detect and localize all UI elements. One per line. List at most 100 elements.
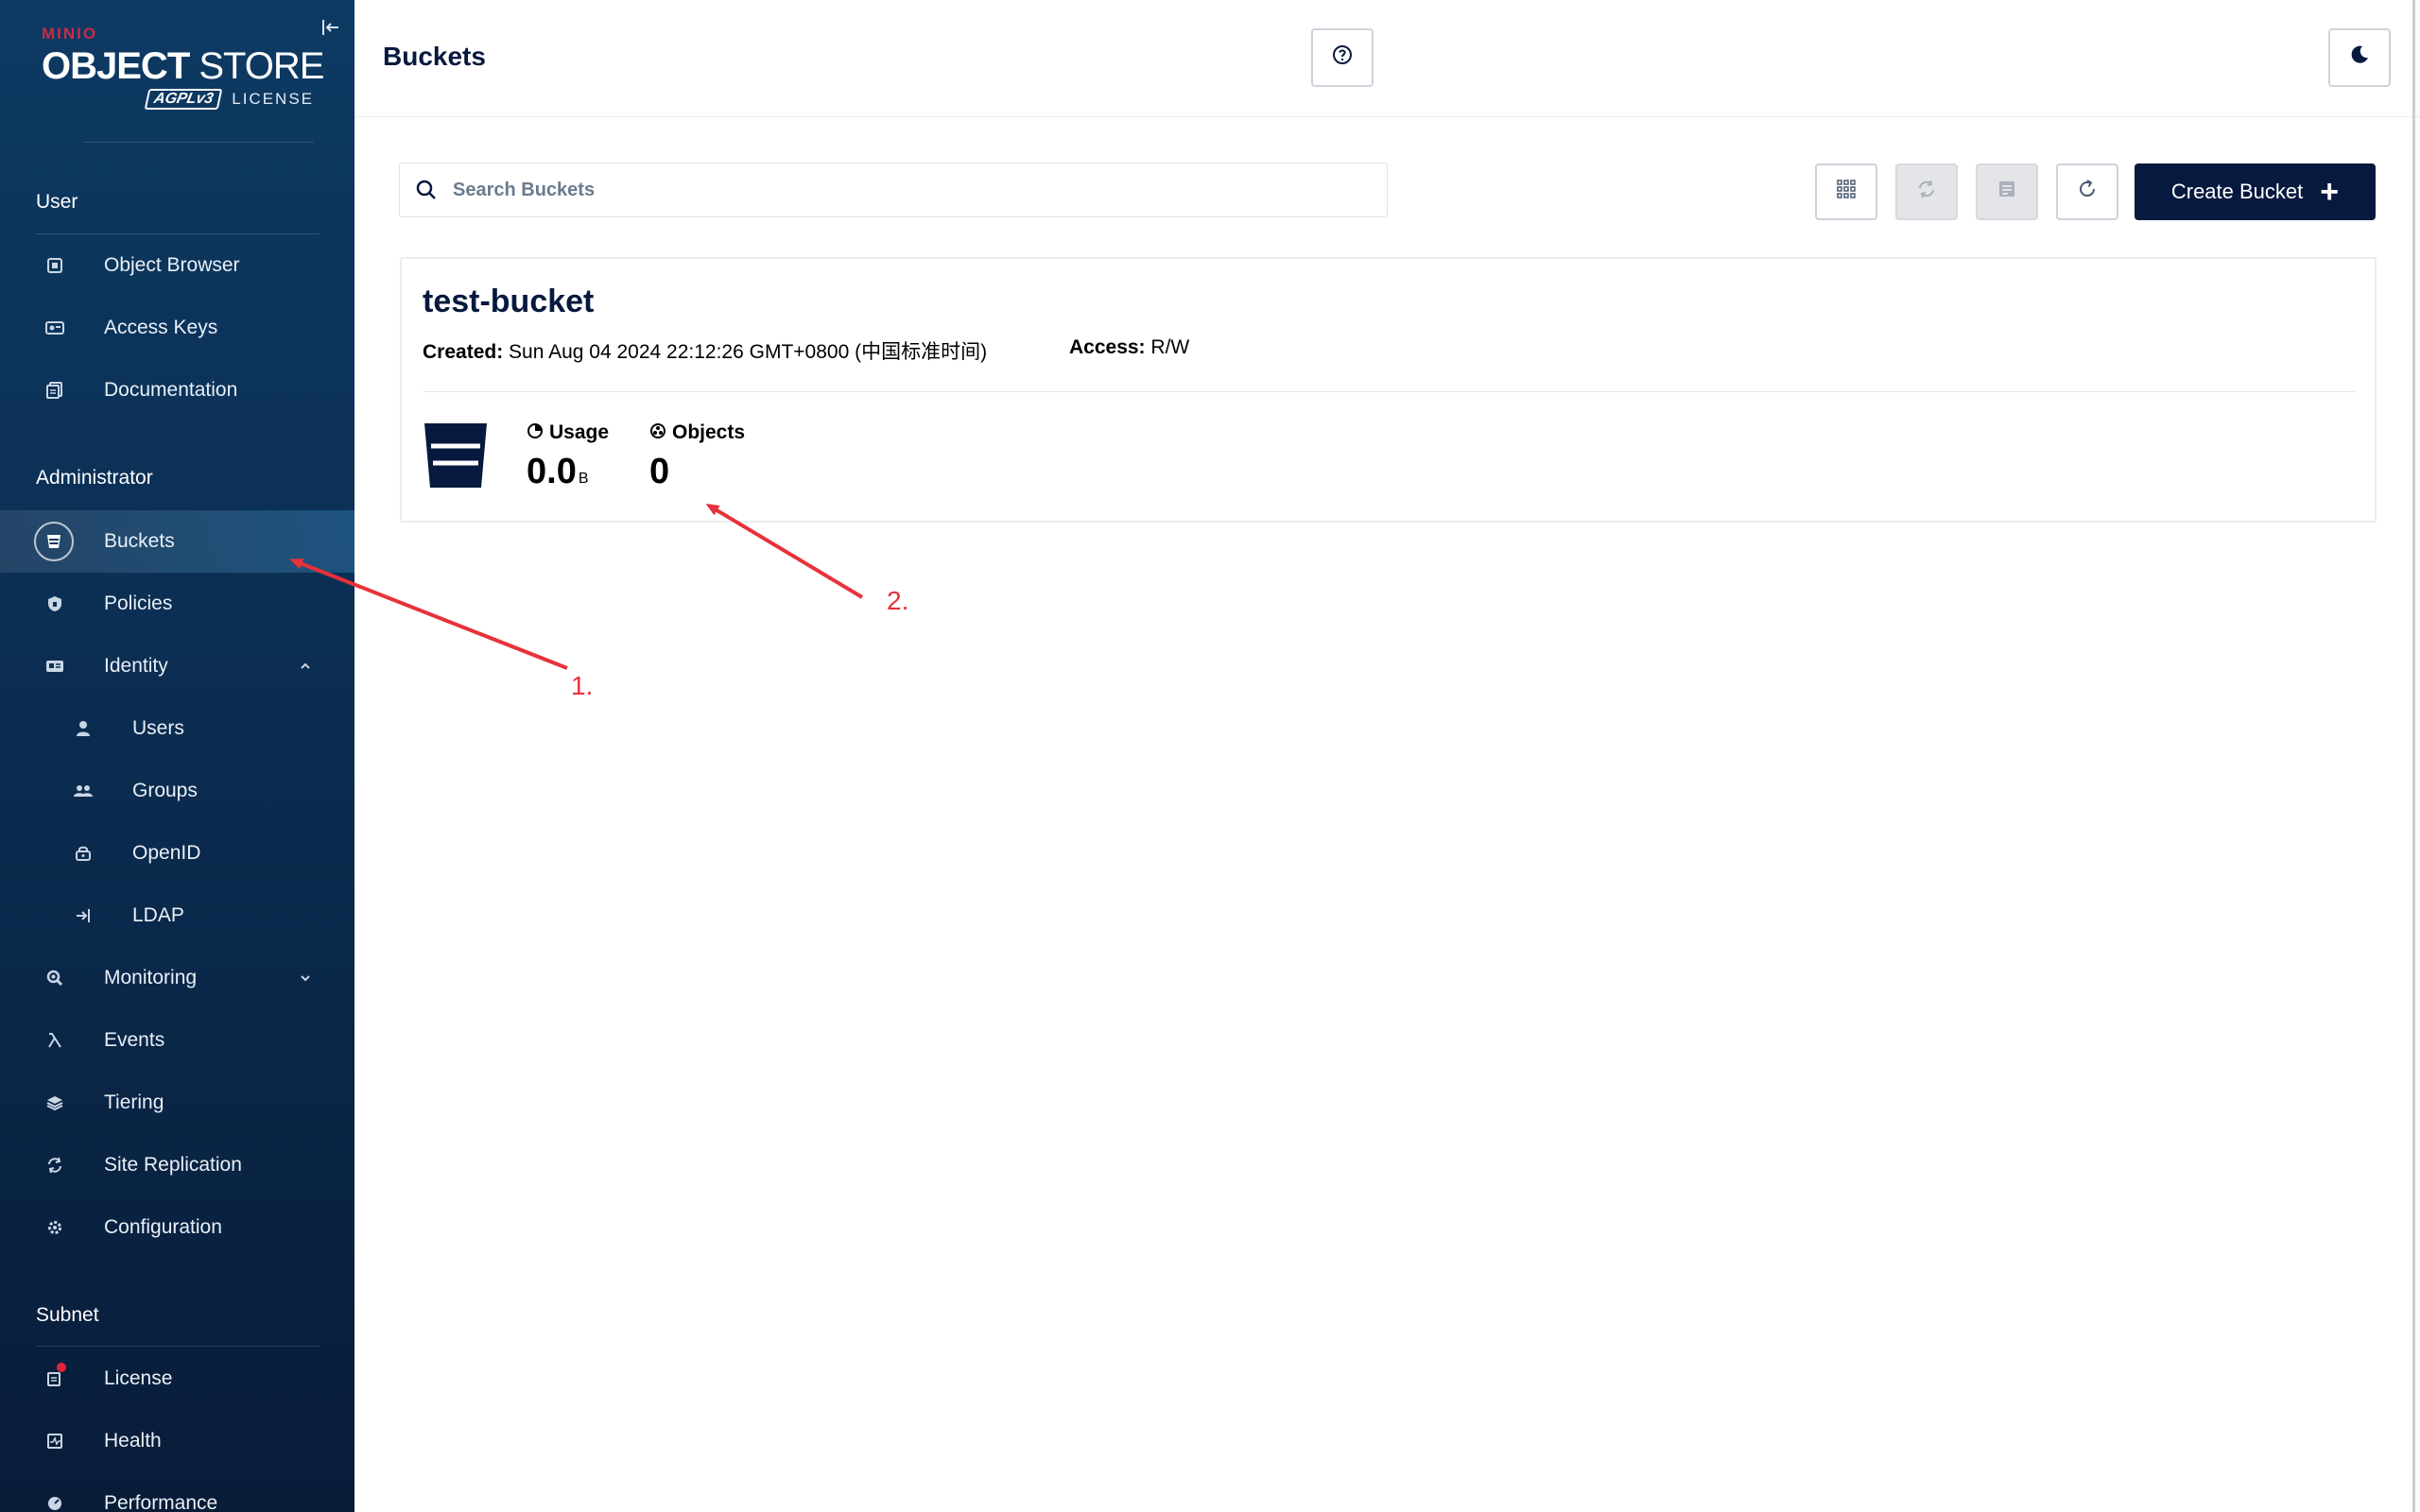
- annotation-label-2: 2.: [887, 586, 909, 615]
- created-label: Created:: [423, 341, 504, 363]
- search-bar[interactable]: [399, 163, 1388, 217]
- sidebar-item-label: Access Keys: [104, 317, 218, 338]
- theme-toggle-button[interactable]: [2328, 28, 2391, 87]
- sidebar-item-users[interactable]: Users: [0, 697, 354, 760]
- groups-icon: [70, 778, 96, 804]
- health-icon: [42, 1428, 68, 1454]
- section-administrator: Administrator: [36, 467, 153, 489]
- created-value: Sun Aug 04 2024 22:12:26 GMT+0800 (中国标准时…: [509, 341, 988, 363]
- sidebar-item-label: Events: [104, 1029, 165, 1051]
- help-button[interactable]: [1311, 28, 1374, 87]
- policies-icon: [42, 591, 68, 617]
- usage-label: Usage: [527, 421, 609, 444]
- performance-icon: [42, 1490, 68, 1512]
- sidebar-item-configuration[interactable]: Configuration: [0, 1196, 354, 1259]
- chevron-up-icon[interactable]: [299, 659, 312, 674]
- objects-label: Objects: [649, 421, 745, 444]
- objects-icon: [649, 422, 666, 444]
- bucket-card[interactable]: test-bucket Created: Sun Aug 04 2024 22:…: [400, 257, 2377, 523]
- logo-title-bold: OBJECT: [42, 45, 190, 87]
- sidebar-item-ldap[interactable]: LDAP: [0, 885, 354, 947]
- sidebar-item-performance[interactable]: Performance: [0, 1472, 354, 1512]
- bucket-name[interactable]: test-bucket: [423, 284, 594, 320]
- bucket-access: Access: R/W: [1069, 336, 1189, 359]
- identity-icon: [42, 653, 68, 679]
- sidebar-item-label: Policies: [104, 593, 173, 614]
- section-divider: [36, 1346, 320, 1347]
- search-input[interactable]: [453, 173, 1360, 207]
- user-icon: [70, 715, 96, 742]
- sidebar-item-documentation[interactable]: Documentation: [0, 359, 354, 421]
- openid-icon: [70, 840, 96, 867]
- sidebar-item-policies[interactable]: Policies: [0, 573, 354, 635]
- bucket-icon: [34, 522, 74, 561]
- sidebar-item-label: Configuration: [104, 1216, 222, 1238]
- sidebar-item-label: Documentation: [104, 379, 238, 401]
- usage-unit: B: [578, 471, 589, 487]
- sidebar-item-tiering[interactable]: Tiering: [0, 1072, 354, 1134]
- minio-logo[interactable]: MINIO OBJECT STORE AGPLv3 LICENSE: [42, 25, 325, 110]
- sidebar-item-site-replication[interactable]: Site Replication: [0, 1134, 354, 1196]
- sidebar-item-label: Site Replication: [104, 1154, 242, 1176]
- bucket-created: Created: Sun Aug 04 2024 22:12:26 GMT+08…: [423, 336, 987, 365]
- monitoring-icon: [42, 965, 68, 991]
- sidebar-item-label: Tiering: [104, 1091, 164, 1113]
- sidebar-item-openid[interactable]: OpenID: [0, 822, 354, 885]
- window-edge: [2412, 0, 2415, 1512]
- refresh-icon: [2077, 179, 2098, 205]
- sidebar-item-buckets[interactable]: Buckets: [0, 510, 354, 573]
- sidebar-item-license[interactable]: License: [0, 1348, 354, 1410]
- create-bucket-label: Create Bucket: [2170, 180, 2304, 203]
- logo-license-row: AGPLv3 LICENSE: [42, 89, 314, 110]
- grid-view-icon: [1836, 179, 1857, 205]
- usage-value: 0.0 B: [527, 452, 609, 492]
- help-circle-icon: [1332, 44, 1353, 71]
- sidebar-item-monitoring[interactable]: Monitoring: [0, 947, 354, 1009]
- page-title: Buckets: [383, 42, 486, 71]
- objects-stat: Objects 0: [649, 421, 745, 492]
- sidebar-item-label: OpenID: [132, 842, 201, 864]
- usage-label-text: Usage: [549, 421, 610, 443]
- sidebar-item-label: Users: [132, 717, 184, 739]
- objects-label-text: Objects: [672, 421, 746, 443]
- sidebar-item-label: License: [104, 1367, 173, 1389]
- lifecycle-button[interactable]: [1976, 163, 2038, 220]
- create-bucket-button[interactable]: Create Bucket +: [2135, 163, 2376, 220]
- pie-chart-icon: [527, 422, 544, 444]
- objects-value: 0: [649, 452, 670, 491]
- agpl-badge: AGPLv3: [144, 89, 223, 110]
- ldap-icon: [70, 902, 96, 929]
- annotation-label-1: 1.: [571, 671, 594, 700]
- section-user: User: [36, 191, 78, 213]
- logo-brand: MINIO: [42, 25, 98, 43]
- moon-icon: [2349, 44, 2370, 71]
- usage-number: 0.0: [527, 452, 577, 491]
- sidebar-item-label: Identity: [104, 655, 168, 677]
- page-header: Buckets: [354, 0, 2420, 117]
- sidebar-item-access-keys[interactable]: Access Keys: [0, 297, 354, 359]
- sidebar: MINIO OBJECT STORE AGPLv3 LICENSE User O…: [0, 0, 354, 1512]
- grid-view-button[interactable]: [1815, 163, 1877, 220]
- logo-license: LICENSE: [232, 90, 314, 108]
- gear-icon: [42, 1214, 68, 1241]
- sidebar-item-groups[interactable]: Groups: [0, 760, 354, 822]
- sidebar-item-events[interactable]: Events: [0, 1009, 354, 1072]
- replication-button[interactable]: [1895, 163, 1958, 220]
- logo-divider: [83, 142, 314, 143]
- lifecycle-icon: [1996, 179, 2017, 205]
- card-divider: [423, 391, 2356, 392]
- sidebar-item-health[interactable]: Health: [0, 1410, 354, 1472]
- chevron-down-icon[interactable]: [299, 971, 312, 986]
- sidebar-item-object-browser[interactable]: Object Browser: [0, 234, 354, 297]
- refresh-button[interactable]: [2056, 163, 2118, 220]
- logo-title: OBJECT STORE: [42, 45, 325, 87]
- sidebar-item-label: Performance: [104, 1492, 218, 1512]
- object-browser-icon: [42, 252, 68, 279]
- tiering-icon: [42, 1090, 68, 1116]
- access-label: Access:: [1069, 336, 1146, 358]
- sidebar-item-label: Groups: [132, 780, 198, 801]
- bucket-large-icon: [423, 421, 489, 490]
- logo-title-rest: STORE: [189, 45, 324, 87]
- sidebar-item-identity[interactable]: Identity: [0, 635, 354, 697]
- lambda-icon: [42, 1027, 68, 1054]
